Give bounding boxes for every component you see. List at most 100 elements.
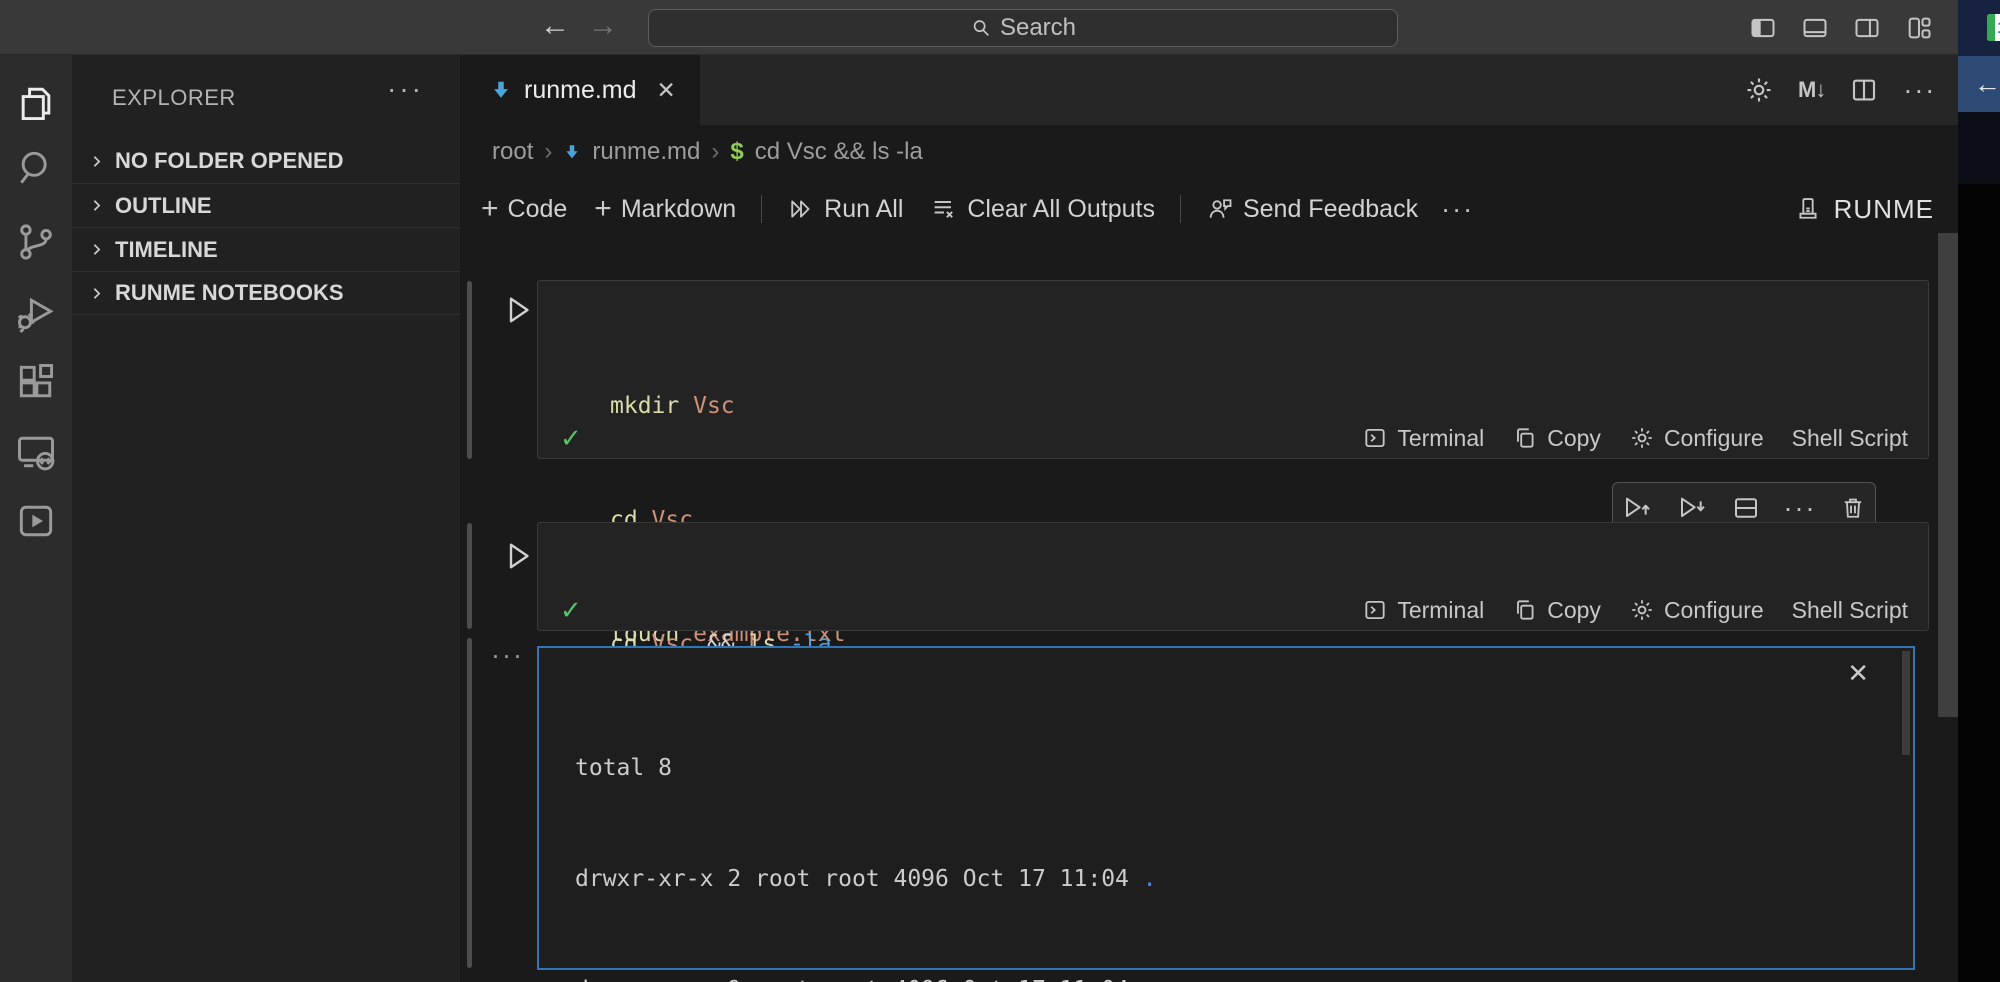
send-feedback-label: Send Feedback xyxy=(1243,195,1418,224)
sidebar-section-timeline[interactable]: TIMELINE xyxy=(72,227,460,271)
explorer-icon[interactable] xyxy=(14,81,58,125)
command-center-search[interactable]: Search xyxy=(648,9,1398,47)
plus-icon: + xyxy=(481,196,499,222)
run-and-debug-icon[interactable] xyxy=(14,292,58,336)
run-all-label: Run All xyxy=(824,195,903,224)
terminal-button[interactable]: Terminal xyxy=(1362,597,1484,624)
calendar-icon: 1 xyxy=(1987,14,2000,41)
background-window-strip: 1 ← xyxy=(1958,0,2000,982)
runme-label: RUNME xyxy=(1834,194,1934,225)
breadcrumb-separator: › xyxy=(544,138,552,166)
code-cell[interactable]: cd Vsc && ls -la ✓ Terminal Copy Configu… xyxy=(537,522,1929,631)
execute-below-icon[interactable] xyxy=(1676,492,1708,524)
cell-focus-indicator[interactable] xyxy=(467,523,472,629)
tab-label: runme.md xyxy=(524,76,637,105)
search-placeholder: Search xyxy=(1000,14,1076,42)
tab-runme-md[interactable]: runme.md ✕ xyxy=(460,55,700,125)
cell-more-actions-icon[interactable]: ··· xyxy=(1784,493,1817,524)
sidebar-section-no-folder-opened[interactable]: NO FOLDER OPENED xyxy=(72,139,460,183)
background-window-header xyxy=(1958,112,2000,184)
run-cell-button[interactable] xyxy=(499,292,535,328)
source-control-icon[interactable] xyxy=(14,220,58,264)
configure-button[interactable]: Configure xyxy=(1629,425,1764,452)
toolbar-more-icon[interactable]: ··· xyxy=(1441,194,1474,225)
chevron-right-icon xyxy=(88,197,105,214)
sidebar-more-actions[interactable]: ··· xyxy=(387,73,424,105)
shell-script-label: Shell Script xyxy=(1792,597,1908,624)
activity-bar xyxy=(0,55,72,982)
output-more-actions[interactable]: ··· xyxy=(491,640,524,671)
title-bar: ← → Search xyxy=(0,0,1958,55)
toolbar-divider xyxy=(1180,195,1181,223)
breadcrumb-root[interactable]: root xyxy=(492,138,533,166)
copy-icon xyxy=(1512,597,1538,623)
breadcrumb: root › runme.md › $ cd Vsc && ls -la xyxy=(460,125,1958,178)
section-label: TIMELINE xyxy=(115,237,218,263)
clear-outputs-icon xyxy=(930,195,958,223)
tab-close-icon[interactable]: ✕ xyxy=(657,77,676,104)
success-check-icon: ✓ xyxy=(560,595,582,626)
gear-icon xyxy=(1629,597,1655,623)
copy-button[interactable]: Copy xyxy=(1512,425,1601,452)
breadcrumb-command[interactable]: cd Vsc && ls -la xyxy=(755,138,923,166)
terminal-button[interactable]: Terminal xyxy=(1362,425,1484,452)
breadcrumb-separator: › xyxy=(711,138,719,166)
editor-scrollbar-thumb[interactable] xyxy=(1938,233,1960,717)
toggle-panel-icon[interactable] xyxy=(1800,14,1830,42)
output-line: total 8 xyxy=(575,750,1295,787)
breadcrumb-file[interactable]: runme.md xyxy=(592,138,700,166)
history-forward-button[interactable]: → xyxy=(588,8,618,44)
code-cell[interactable]: mkdir Vsc cd Vsc touch example.txt ✓ Ter… xyxy=(537,280,1929,459)
terminal-icon xyxy=(1362,425,1388,451)
toggle-primary-sidebar-icon[interactable] xyxy=(1748,14,1778,42)
execute-above-icon[interactable] xyxy=(1621,492,1653,524)
configure-button[interactable]: Configure xyxy=(1629,597,1764,624)
copy-button[interactable]: Copy xyxy=(1512,597,1601,624)
cell-focus-indicator[interactable] xyxy=(467,281,472,459)
cell-status-bar: ✓ Terminal Copy Configure Shell Script xyxy=(538,418,1928,458)
output-scrollbar-thumb[interactable] xyxy=(1902,651,1910,755)
terminal-output[interactable]: total 8 drwxr-xr-x 2 root root 4096 Oct … xyxy=(537,646,1915,970)
section-label: NO FOLDER OPENED xyxy=(115,148,344,174)
clear-all-outputs-button[interactable]: Clear All Outputs xyxy=(930,195,1155,224)
add-code-label: Code xyxy=(508,195,568,224)
tab-bar: runme.md ✕ M↓ ··· xyxy=(460,55,1958,125)
editor-more-actions-icon[interactable]: ··· xyxy=(1903,75,1936,106)
close-output-icon[interactable]: ✕ xyxy=(1847,658,1869,689)
explorer-sidebar: EXPLORER ··· NO FOLDER OPENED OUTLINE TI… xyxy=(72,55,460,982)
toggle-secondary-sidebar-icon[interactable] xyxy=(1852,14,1882,42)
split-cell-icon[interactable] xyxy=(1731,493,1761,523)
background-window-titlebar: 1 xyxy=(1958,0,2000,56)
gear-icon xyxy=(1629,425,1655,451)
search-view-icon[interactable] xyxy=(14,146,58,190)
runme-view-icon[interactable] xyxy=(14,499,58,543)
run-cell-button[interactable] xyxy=(499,538,535,574)
chevron-right-icon xyxy=(88,153,105,170)
run-all-button[interactable]: Run All xyxy=(787,195,903,224)
feedback-icon xyxy=(1206,195,1234,223)
extensions-icon[interactable] xyxy=(14,360,58,404)
history-back-button[interactable]: ← xyxy=(540,8,570,44)
cell-status-bar: ✓ Terminal Copy Configure Shell Script xyxy=(538,590,1928,630)
vscode-window: ← → Search xyxy=(0,0,2000,982)
chevron-right-icon xyxy=(88,285,105,302)
breadcrumb-shell-symbol: $ xyxy=(730,138,743,166)
send-feedback-button[interactable]: Send Feedback xyxy=(1206,195,1418,224)
markdown-file-icon xyxy=(563,142,581,162)
sidebar-title: EXPLORER xyxy=(112,85,236,111)
runme-logo-icon xyxy=(1794,194,1822,224)
sidebar-section-outline[interactable]: OUTLINE xyxy=(72,183,460,227)
sidebar-section-runme-notebooks[interactable]: RUNME NOTEBOOKS xyxy=(72,271,460,315)
shell-script-label: Shell Script xyxy=(1792,425,1908,452)
gear-icon[interactable] xyxy=(1744,75,1774,105)
customize-layout-icon[interactable] xyxy=(1904,14,1934,42)
remote-explorer-icon[interactable] xyxy=(14,430,58,474)
add-markdown-cell-button[interactable]: + Markdown xyxy=(594,195,736,224)
cell-focus-indicator[interactable] xyxy=(467,638,472,968)
split-editor-icon[interactable] xyxy=(1849,75,1879,105)
section-label: RUNME NOTEBOOKS xyxy=(115,280,344,306)
add-code-cell-button[interactable]: + Code xyxy=(481,195,567,224)
background-window-toolbar: ← xyxy=(1958,56,2000,112)
delete-cell-icon[interactable] xyxy=(1839,494,1867,522)
open-preview-icon[interactable]: M↓ xyxy=(1798,77,1825,103)
